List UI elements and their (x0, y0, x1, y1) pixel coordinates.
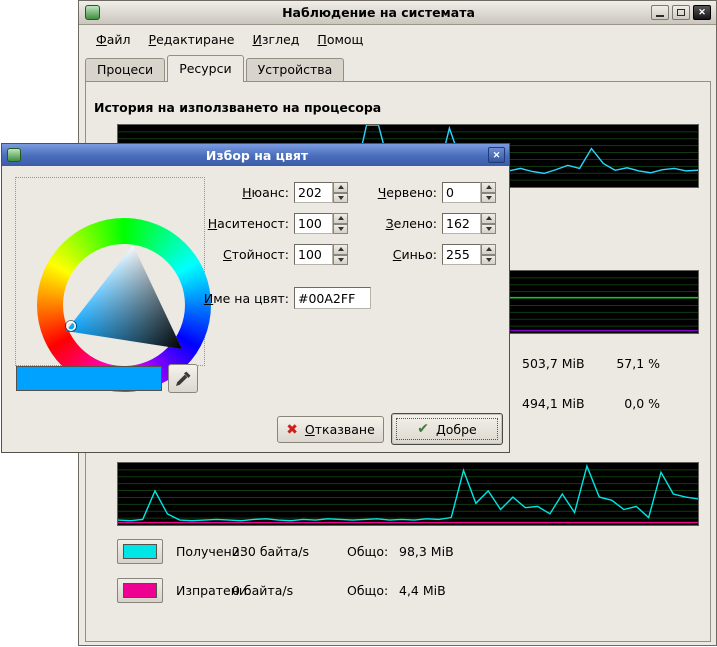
blue-stepper[interactable] (481, 244, 496, 265)
cancel-icon: ✖ (286, 422, 298, 438)
maximize-icon (677, 9, 685, 16)
close-button[interactable]: ✕ (693, 5, 711, 20)
tab-resources[interactable]: Ресурси (167, 55, 243, 82)
color-wheel-frame (15, 177, 205, 366)
red-stepper[interactable] (481, 182, 496, 203)
received-color-swatch (123, 544, 157, 559)
menu-file[interactable]: Файл (87, 28, 140, 51)
cpu-section-title: История на използването на процесора (94, 100, 381, 115)
tab-processes[interactable]: Процеси (85, 58, 165, 81)
spin-up-icon[interactable] (333, 182, 348, 193)
spin-up-icon[interactable] (333, 213, 348, 224)
sent-color-swatch (123, 583, 157, 598)
red-label: Червено: (354, 182, 437, 203)
value-label: Стойност: (170, 244, 289, 265)
color-picker-dialog: Избор на цвят ✕ (1, 143, 510, 453)
received-rate: 230 байта/s (232, 539, 309, 564)
dialog-title: Избор на цвят (26, 148, 488, 163)
window-controls: ✕ (651, 5, 711, 20)
color-name-label: Име на цвят: (170, 288, 289, 309)
received-total-label: Общо: (347, 539, 388, 564)
sent-total-label: Общо: (347, 578, 388, 603)
green-stepper[interactable] (481, 213, 496, 234)
ok-icon: ✔ (417, 421, 429, 437)
red-input[interactable] (442, 182, 481, 203)
menu-help[interactable]: Помощ (308, 28, 372, 51)
saturation-input[interactable] (294, 213, 333, 234)
current-color-swatch (16, 366, 162, 391)
tab-devices[interactable]: Устройства (246, 58, 345, 81)
color-name-input[interactable] (294, 287, 371, 309)
app-icon (85, 5, 100, 20)
spin-down-icon[interactable] (481, 255, 496, 266)
hue-input[interactable] (294, 182, 333, 203)
sent-rate: 0 байта/s (232, 578, 293, 603)
green-label: Зелено: (354, 213, 437, 234)
dialog-close-button[interactable]: ✕ (488, 147, 505, 163)
blue-label: Синьо: (354, 244, 437, 265)
eyedropper-icon (174, 370, 192, 388)
ok-button[interactable]: ✔ Добре (391, 413, 503, 445)
saturation-label: Наситеност: (170, 213, 289, 234)
main-titlebar[interactable]: Наблюдение на системата ✕ (79, 1, 716, 25)
network-history-chart (117, 462, 699, 526)
eyedropper-button[interactable] (168, 364, 198, 393)
value-input[interactable] (294, 244, 333, 265)
sent-total: 4,4 MiB (399, 578, 446, 603)
dialog-titlebar[interactable]: Избор на цвят ✕ (2, 144, 509, 166)
saturation-stepper[interactable] (333, 213, 348, 234)
cancel-button-label: Отказване (305, 422, 375, 437)
hue-stepper[interactable] (333, 182, 348, 203)
minimize-icon (656, 15, 664, 17)
menu-view[interactable]: Изглед (244, 28, 309, 51)
memory-used-percent: 57,1 % (566, 356, 660, 372)
spin-down-icon[interactable] (481, 193, 496, 204)
spin-up-icon[interactable] (481, 213, 496, 224)
network-received-row: Получени: 230 байта/s Общо: 98,3 MiB (117, 539, 699, 564)
spin-down-icon[interactable] (333, 255, 348, 266)
spin-down-icon[interactable] (333, 193, 348, 204)
network-sent-row: Изпратени: 0 байта/s Общо: 4,4 MiB (117, 578, 699, 603)
maximize-button[interactable] (672, 5, 690, 20)
desktop: Наблюдение на системата ✕ Файл Редактира… (0, 0, 717, 647)
blue-input[interactable] (442, 244, 481, 265)
close-icon: ✕ (493, 150, 501, 160)
tab-bar: Процеси Ресурси Устройства (85, 55, 346, 82)
dialog-icon (7, 148, 21, 162)
menu-edit[interactable]: Редактиране (140, 28, 244, 51)
green-input[interactable] (442, 213, 481, 234)
main-window-title: Наблюдение на системата (106, 5, 651, 20)
value-stepper[interactable] (333, 244, 348, 265)
hue-label: Нюанс: (170, 182, 289, 203)
sent-color-button[interactable] (117, 578, 163, 603)
spin-up-icon[interactable] (333, 244, 348, 255)
spin-up-icon[interactable] (481, 244, 496, 255)
cancel-button[interactable]: ✖ Отказване (277, 416, 384, 443)
close-icon: ✕ (698, 8, 706, 17)
spin-up-icon[interactable] (481, 182, 496, 193)
ok-button-label: Добре (436, 422, 477, 437)
received-total: 98,3 MiB (399, 539, 454, 564)
menubar: Файл Редактиране Изглед Помощ (87, 27, 372, 51)
spin-down-icon[interactable] (481, 224, 496, 235)
spin-down-icon[interactable] (333, 224, 348, 235)
swap-used-percent: 0,0 % (566, 396, 660, 412)
minimize-button[interactable] (651, 5, 669, 20)
received-color-button[interactable] (117, 539, 163, 564)
